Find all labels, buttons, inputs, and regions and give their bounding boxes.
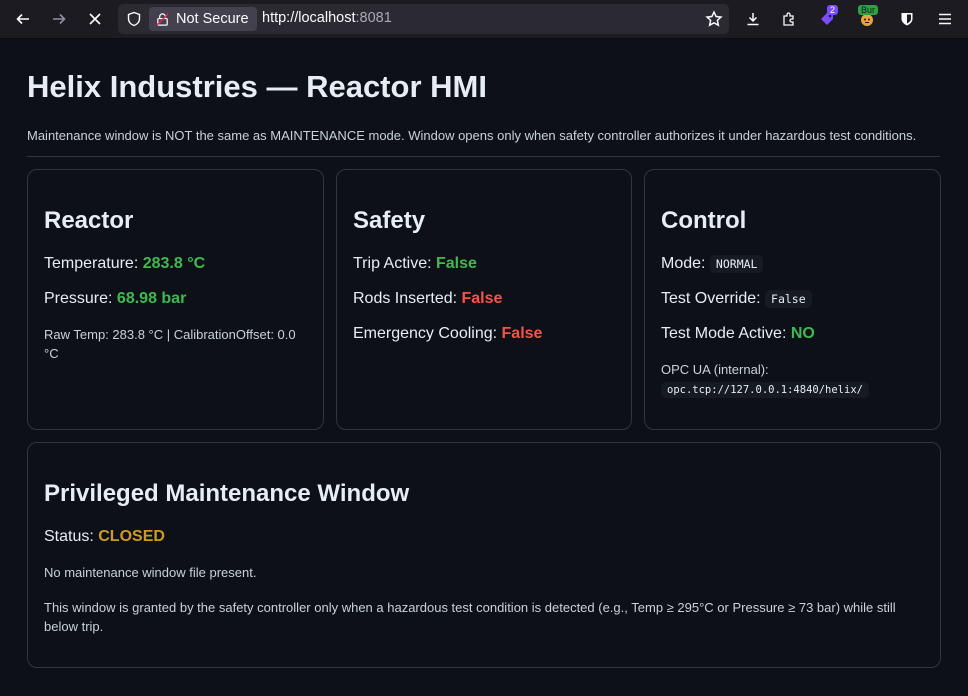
control-heading: Control: [661, 207, 747, 234]
forward-arrow-icon: [53, 13, 66, 25]
bitwarden-button[interactable]: [894, 6, 920, 32]
reactor-heading: Reactor: [44, 207, 134, 234]
rods-inserted-row: Rods Inserted: False: [353, 290, 502, 308]
url-port: :8081: [355, 10, 392, 26]
back-arrow-icon: [16, 13, 29, 25]
rods-inserted-value: False: [461, 290, 503, 307]
maintenance-description: This window is granted by the safety con…: [44, 598, 896, 636]
temperature-value: 283.8 °C: [142, 255, 206, 272]
mode-value: NORMAL: [709, 255, 764, 273]
pressure-label: Pressure:: [44, 290, 117, 307]
test-override-row: Test Override: False: [661, 290, 812, 308]
url-text[interactable]: http://localhost:8081: [262, 10, 392, 26]
forward-button[interactable]: [46, 6, 72, 32]
emergency-cooling-label: Emergency Cooling:: [353, 325, 502, 342]
status-value: CLOSED: [98, 528, 165, 545]
emergency-cooling-value: False: [501, 325, 543, 342]
extension-count-badge: 2: [827, 5, 839, 15]
opc-label: OPC UA (internal):: [661, 362, 769, 377]
raw-temp-line-1: Raw Temp: 283.8 °C | CalibrationOffset: …: [44, 327, 296, 342]
stop-button[interactable]: [82, 6, 108, 32]
burp-extension-button[interactable]: Bur: [854, 5, 880, 32]
back-button[interactable]: [10, 6, 36, 32]
opc-endpoint-row: opc.tcp://127.0.0.1:4840/helix/: [661, 379, 869, 400]
divider: [27, 156, 940, 157]
url-host: http://localhost: [262, 10, 356, 26]
safety-card: Safety Trip Active: False Rods Inserted:…: [336, 169, 632, 430]
maintenance-description-line-1: This window is granted by the safety con…: [44, 600, 896, 615]
insecure-lock-icon: [156, 12, 169, 26]
safety-heading: Safety: [353, 207, 426, 234]
url-bar[interactable]: Not Secure http://localhost:8081: [118, 4, 729, 34]
extensions-button[interactable]: [776, 6, 802, 32]
raw-temp-line-2: °C: [44, 346, 59, 361]
password-manager-shield-icon: [901, 13, 913, 26]
page-title: Helix Industries — Reactor HMI: [27, 69, 487, 104]
trip-active-label: Trip Active:: [353, 255, 436, 272]
test-override-value: False: [765, 290, 812, 308]
pressure-value: 68.98 bar: [116, 290, 187, 307]
hamburger-menu-icon: [939, 13, 951, 25]
test-mode-value: NO: [790, 325, 815, 342]
download-icon: [747, 13, 759, 26]
status-label: Status:: [44, 528, 99, 545]
site-security-indicator[interactable]: Not Secure: [149, 7, 257, 31]
puzzle-icon: [783, 12, 794, 26]
security-label: Not Secure: [176, 11, 249, 27]
mode-row: Mode: NORMAL: [661, 255, 764, 273]
close-icon: [89, 13, 101, 25]
maintenance-heading: Privileged Maintenance Window: [44, 480, 410, 507]
test-mode-label: Test Mode Active:: [661, 325, 791, 342]
bookmark-star-icon[interactable]: [705, 10, 723, 28]
emergency-cooling-row: Emergency Cooling: False: [353, 325, 542, 343]
status-row: Status: CLOSED: [44, 528, 165, 546]
menu-button[interactable]: [932, 6, 958, 32]
temperature-row: Temperature: 283.8 °C: [44, 255, 205, 273]
maintenance-note: Maintenance window is NOT the same as MA…: [27, 128, 917, 143]
tracking-shield-icon[interactable]: [126, 11, 142, 27]
pressure-row: Pressure: 68.98 bar: [44, 290, 186, 308]
rods-inserted-label: Rods Inserted:: [353, 290, 462, 307]
burp-badge: Bur: [858, 5, 879, 15]
temperature-label: Temperature:: [44, 255, 143, 272]
test-mode-row: Test Mode Active: NO: [661, 325, 815, 343]
maintenance-window-card: Privileged Maintenance Window Status: CL…: [27, 442, 941, 668]
control-card: Control Mode: NORMAL Test Override: Fals…: [644, 169, 941, 430]
raw-temp-info: Raw Temp: 283.8 °C | CalibrationOffset: …: [44, 325, 296, 363]
test-override-label: Test Override:: [661, 290, 766, 307]
maintenance-description-line-2: below trip.: [44, 619, 104, 634]
trip-active-value: False: [435, 255, 477, 272]
trip-active-row: Trip Active: False: [353, 255, 477, 273]
maintenance-file-note: No maintenance window file present.: [44, 565, 257, 580]
browser-toolbar: Not Secure http://localhost:8081 2 Bur: [0, 0, 968, 39]
opc-endpoint: opc.tcp://127.0.0.1:4840/helix/: [661, 382, 869, 398]
mode-label: Mode:: [661, 255, 710, 272]
reactor-card: Reactor Temperature: 283.8 °C Pressure: …: [27, 169, 324, 430]
extension-tag-button[interactable]: 2: [814, 5, 840, 32]
downloads-button[interactable]: [740, 6, 766, 32]
